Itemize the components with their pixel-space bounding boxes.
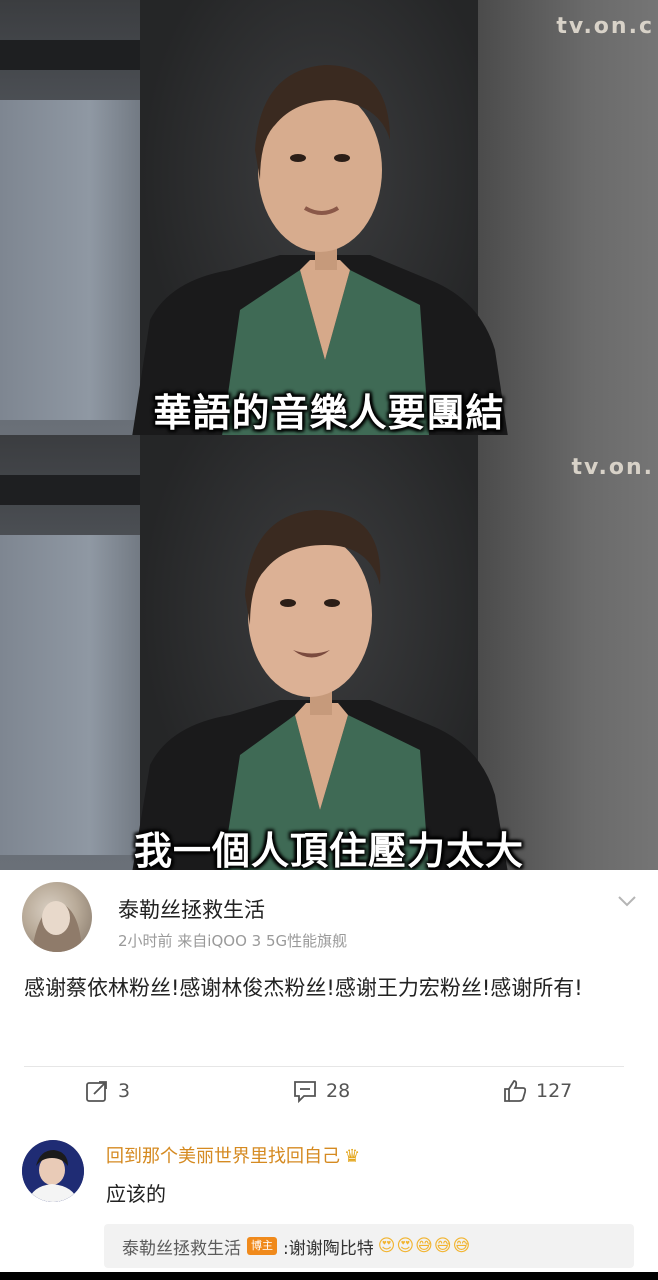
comment-icon bbox=[294, 1081, 316, 1104]
share-count: 3 bbox=[118, 1080, 131, 1102]
subtitle: 我一個人頂住壓力太大 bbox=[133, 829, 524, 870]
person-figure bbox=[110, 30, 530, 435]
chevron-down-icon[interactable] bbox=[616, 890, 638, 912]
comment-count: 28 bbox=[326, 1080, 351, 1102]
avatar[interactable] bbox=[22, 882, 92, 952]
sub-reply[interactable]: 泰勒丝拯救生活 博主 :谢谢陶比特 😍😍😅😅😅 bbox=[104, 1224, 634, 1268]
sub-reply-text: :谢谢陶比特 bbox=[283, 1238, 374, 1259]
avatar[interactable] bbox=[22, 1140, 84, 1202]
emoji-text: 😍😍😅😅😅 bbox=[377, 1236, 472, 1256]
bottom-edge bbox=[0, 1272, 658, 1280]
post-text: 感谢蔡依林粉丝!感谢林俊杰粉丝!感谢王力宏粉丝!感谢所有! bbox=[24, 976, 583, 1000]
subtitle: 華語的音樂人要團結 bbox=[153, 391, 505, 435]
reply-comment: 回到那个美丽世界里找回自己 ♛ 应该的 bbox=[22, 1138, 642, 1208]
watermark-text: tv.on. bbox=[571, 455, 654, 480]
post-actions: 3 28 127 bbox=[0, 1078, 658, 1114]
reply-username[interactable]: 回到那个美丽世界里找回自己 ♛ bbox=[106, 1142, 360, 1168]
person-figure bbox=[110, 465, 530, 870]
like-button[interactable]: 127 bbox=[502, 1078, 572, 1104]
post-username[interactable]: 泰勒丝拯救生活 bbox=[118, 894, 265, 924]
post-meta: 2小时前 来自iQOO 3 5G性能旗舰 bbox=[118, 932, 348, 950]
thumbs-up-icon bbox=[504, 1080, 527, 1102]
sub-reply-username[interactable]: 泰勒丝拯救生活 bbox=[122, 1234, 241, 1259]
share-button[interactable]: 3 bbox=[84, 1078, 130, 1104]
video-frame-2: tv.on. 我一個人頂住壓力太大 bbox=[0, 435, 658, 870]
weibo-post-card: 泰勒丝拯救生活 2小时前 来自iQOO 3 5G性能旗舰 感谢蔡依林粉丝!感谢林… bbox=[0, 870, 658, 1272]
comment-button[interactable]: 28 bbox=[292, 1078, 350, 1104]
crown-icon: ♛ bbox=[344, 1146, 361, 1167]
post-header: 泰勒丝拯救生活 2小时前 来自iQOO 3 5G性能旗舰 bbox=[22, 882, 642, 952]
reply-text: 应该的 bbox=[106, 1182, 166, 1206]
divider bbox=[24, 1066, 624, 1067]
like-count: 127 bbox=[536, 1080, 573, 1102]
share-icon bbox=[86, 1081, 107, 1102]
author-badge: 博主 bbox=[247, 1237, 277, 1255]
video-frame-1: tv.on.c 華語的音樂人要團結 bbox=[0, 0, 658, 435]
watermark-text: tv.on.c bbox=[556, 14, 654, 39]
